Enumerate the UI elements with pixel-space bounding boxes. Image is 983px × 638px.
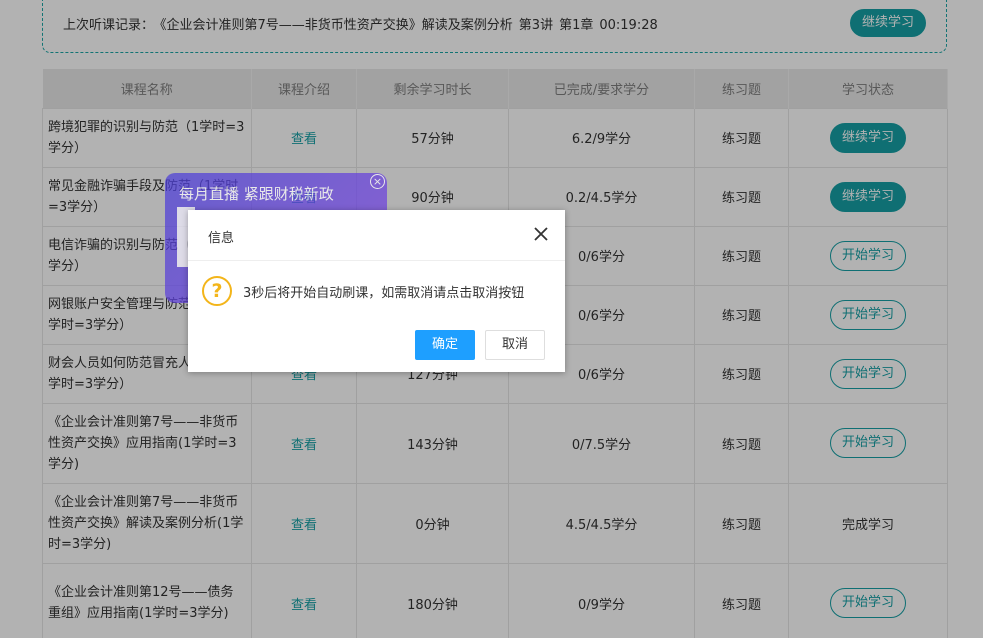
close-icon[interactable] <box>531 224 551 244</box>
ad-close-icon[interactable]: × <box>370 174 385 189</box>
dialog-header: 信息 <box>188 210 565 261</box>
confirm-button[interactable]: 确定 <box>415 330 475 360</box>
question-icon: ? <box>202 276 232 306</box>
ad-text: 每月直播 紧跟财税新政 <box>179 185 334 203</box>
dialog-title: 信息 <box>208 231 235 246</box>
cancel-button[interactable]: 取消 <box>485 330 545 360</box>
dialog-message: 3秒后将开始自动刷课，如需取消请点击取消按钮 <box>243 285 525 301</box>
dialog-body: ? 3秒后将开始自动刷课，如需取消请点击取消按钮 <box>202 276 524 306</box>
info-dialog: 信息 ? 3秒后将开始自动刷课，如需取消请点击取消按钮 确定 取消 <box>188 210 565 372</box>
